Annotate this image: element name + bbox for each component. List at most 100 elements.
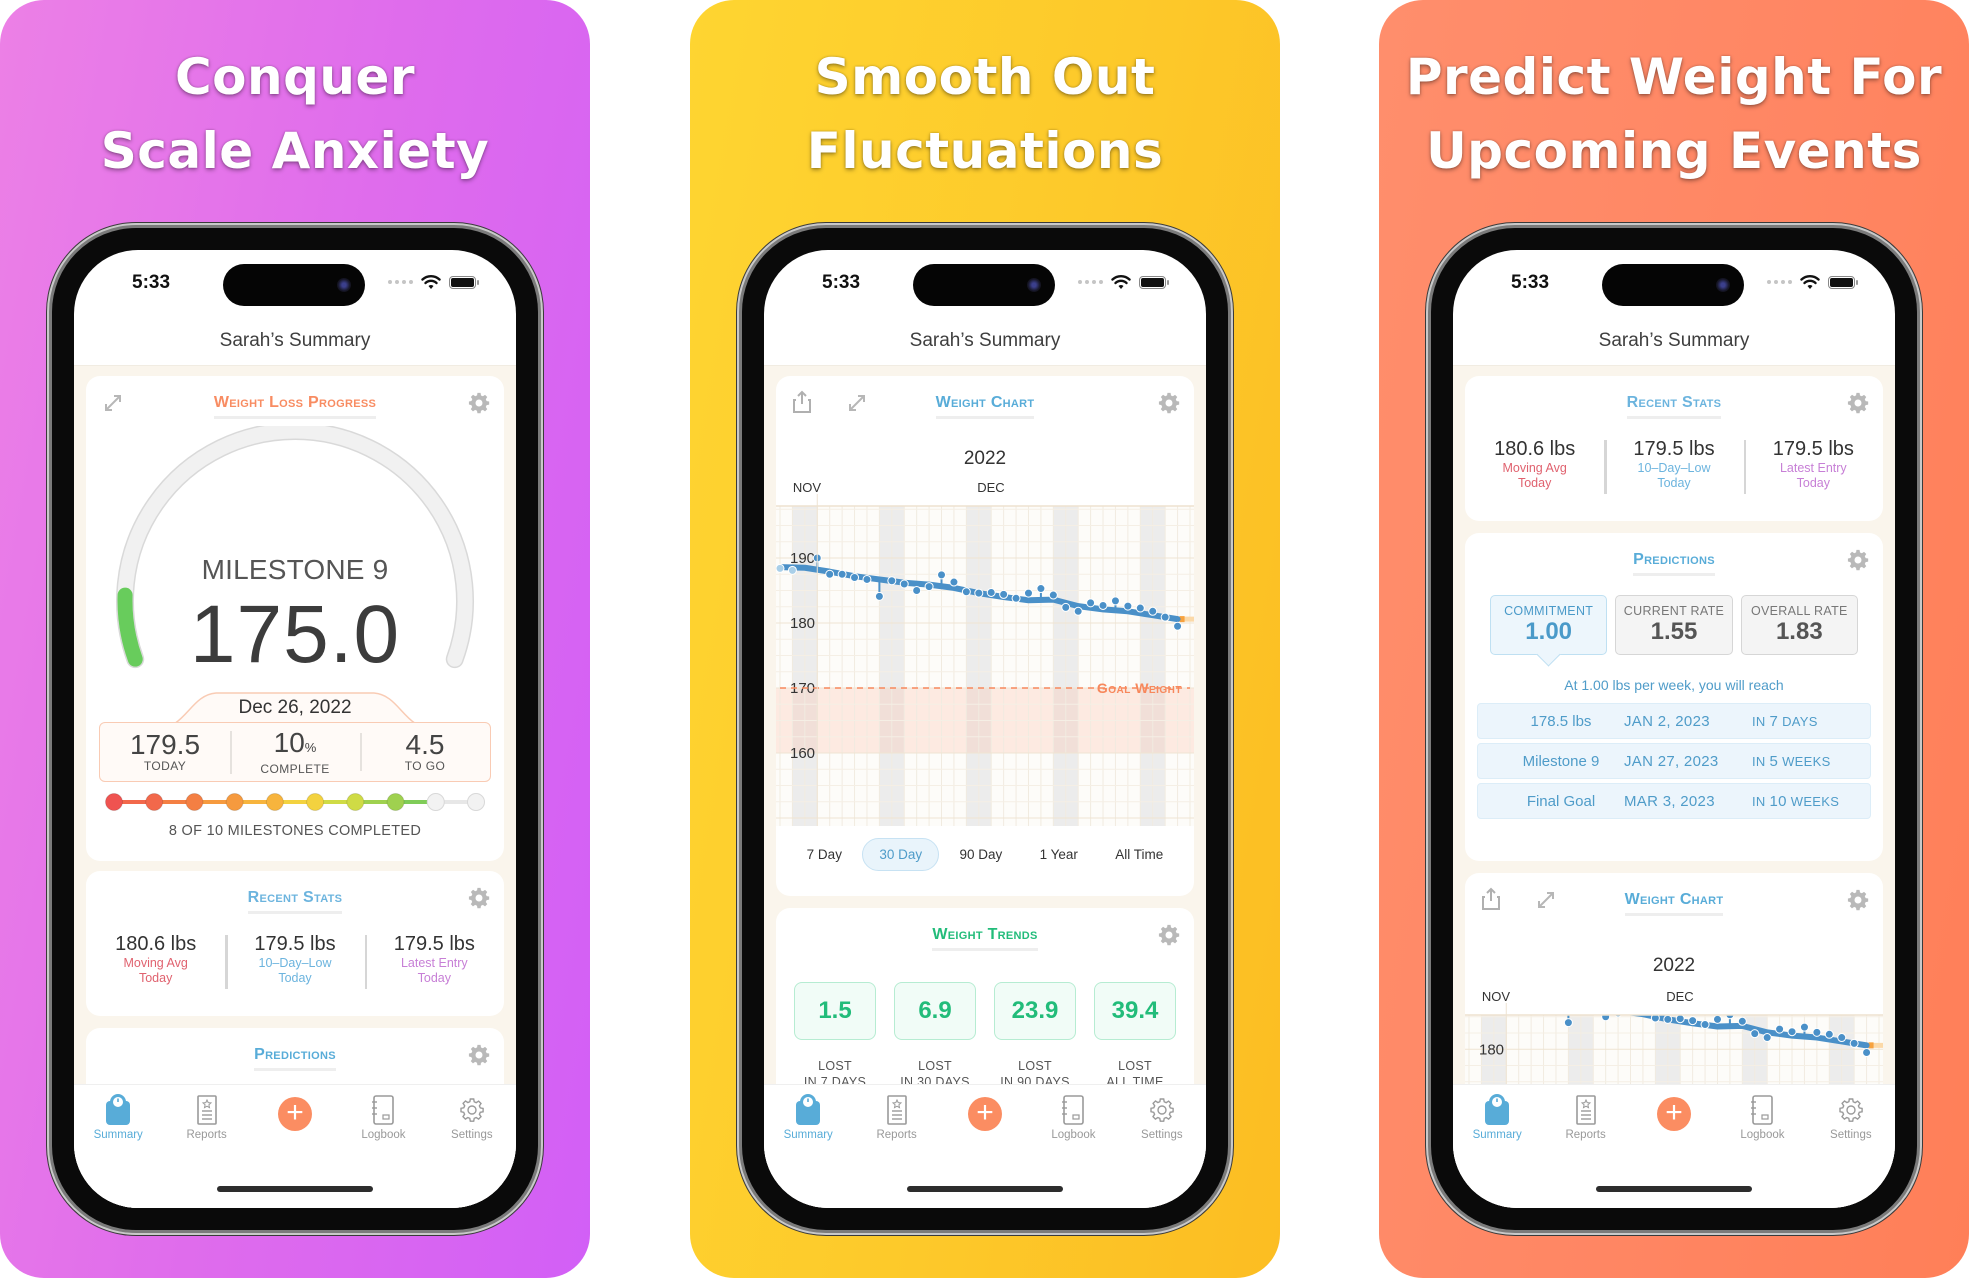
tab-logbook[interactable]: Logbook xyxy=(339,1093,427,1151)
weight-entry-point xyxy=(887,576,897,586)
tab-summary[interactable]: Summary xyxy=(74,1093,162,1151)
battery-icon xyxy=(449,275,479,289)
tab-summary[interactable]: Summary xyxy=(1453,1093,1541,1151)
weight-entry-point xyxy=(825,569,835,579)
headline-line: Upcoming Events xyxy=(1426,122,1922,180)
report-icon xyxy=(1541,1093,1629,1127)
rate-options: COMMITMENT 1.00 CURRENT RATE 1.55 OVERALL … xyxy=(1490,595,1858,655)
gear-icon[interactable] xyxy=(1847,889,1869,911)
gear-icon[interactable] xyxy=(1158,392,1180,414)
milestone-weight: 175.0 xyxy=(189,589,401,680)
stat-moving-avg: 180.6 lbs Moving Avg Today xyxy=(1494,438,1576,490)
tab-reports[interactable]: Reports xyxy=(852,1093,940,1151)
weight-entry-point xyxy=(1812,1027,1822,1037)
status-icons xyxy=(388,274,479,290)
promo-panel-scale-anxiety: Conquer Scale Anxiety 5:33 Sarah’s Summa… xyxy=(0,0,590,1278)
summary-content[interactable]: Weight Chart 2022 160 170 180 190 Goal Weigh… xyxy=(764,365,1206,1208)
weight-entry-point xyxy=(899,579,909,589)
weight-entry-point xyxy=(837,569,847,579)
weight-entry-point xyxy=(1577,1003,1585,1011)
rate-commitment[interactable]: COMMITMENT 1.00 xyxy=(1490,595,1608,655)
chart-year: 2022 xyxy=(963,448,1007,469)
milestone-dot xyxy=(346,793,365,811)
range-90-day[interactable]: 90 Day xyxy=(942,838,1019,871)
phone-screen: 5:33 Sarah’s Summary Weight Loss Progres… xyxy=(74,250,516,1208)
gear-icon[interactable] xyxy=(468,887,490,909)
tab-logbook[interactable]: Logbook xyxy=(1718,1093,1806,1151)
gear-icon[interactable] xyxy=(1847,392,1869,414)
weight-chart[interactable]: 160170180190Goal WeightNOV DEC xyxy=(776,476,1194,826)
weight-entry-point xyxy=(1849,1038,1859,1048)
stat-complete: 10% COMPLETE xyxy=(230,728,360,776)
milestone-dot xyxy=(185,793,204,811)
headline: Predict Weight For Upcoming Events xyxy=(1379,40,1969,188)
range-all-time[interactable]: All Time xyxy=(1098,838,1180,871)
add-icon: + xyxy=(1657,1097,1692,1131)
stat-to-go: 4.5 TO GO xyxy=(360,731,490,773)
weight-entry-point xyxy=(912,586,922,595)
gear-icon[interactable] xyxy=(468,392,490,414)
y-tick-label: 190 xyxy=(790,550,815,567)
month-label: DEC xyxy=(977,480,1004,495)
camera-icon xyxy=(1716,278,1730,292)
milestone-dot xyxy=(105,793,123,811)
tab-settings[interactable]: Settings xyxy=(1807,1093,1895,1151)
summary-content[interactable]: Weight Loss Progress MILESTONE 9 175.0 D… xyxy=(74,365,516,1208)
chart-year: 2022 xyxy=(1652,955,1696,976)
weight-entry-point xyxy=(1502,985,1510,988)
weight-entry-point xyxy=(1465,991,1473,999)
weight-entry-point xyxy=(1086,598,1096,608)
range-7-day[interactable]: 7 Day xyxy=(790,838,859,871)
card-title: Weight Loss Progress xyxy=(86,394,504,419)
weight-entry-point xyxy=(1123,601,1133,611)
tab-reports[interactable]: Reports xyxy=(162,1093,250,1151)
recent-stats-card: Recent Stats 180.6 lbs Moving Avg Today 17… xyxy=(86,871,504,1016)
weight-entry-point xyxy=(999,589,1009,599)
add-entry-button[interactable]: + xyxy=(941,1093,1029,1151)
gear-icon[interactable] xyxy=(1158,924,1180,946)
summary-content[interactable]: Recent Stats 180.6 lbs Moving Avg Today 17… xyxy=(1453,365,1895,1208)
trend-90-days: 23.9 LOST IN 90 DAYS xyxy=(994,982,1076,1090)
weight-entry-point xyxy=(1148,606,1158,616)
milestone-dot xyxy=(265,793,284,811)
tab-reports[interactable]: Reports xyxy=(1541,1093,1629,1151)
status-icons xyxy=(1767,274,1858,290)
wifi-icon xyxy=(1800,275,1820,289)
gear-icon[interactable] xyxy=(468,1044,490,1066)
tab-summary[interactable]: Summary xyxy=(764,1093,852,1151)
card-title: Predictions xyxy=(1465,551,1883,576)
home-indicator xyxy=(907,1186,1063,1192)
range-30-day[interactable]: 30 Day xyxy=(862,838,940,871)
weight-entry-point xyxy=(1700,1020,1710,1030)
rate-overall[interactable]: OVERALL RATE 1.83 xyxy=(1740,595,1858,655)
tab-settings[interactable]: Settings xyxy=(428,1093,516,1151)
logbook-icon xyxy=(1029,1093,1117,1127)
weight-entry-point xyxy=(1663,1015,1673,1024)
weight-entry-point xyxy=(1160,612,1170,622)
headline: Conquer Scale Anxiety xyxy=(0,40,590,188)
progress-stats: 179.5 TODAY 10% COMPLETE 4.5 TO GO xyxy=(99,722,491,782)
scale-icon xyxy=(764,1093,852,1127)
status-time: 5:33 xyxy=(1511,272,1550,293)
headline-line: Smooth Out xyxy=(814,48,1156,106)
reach-description: At 1.00 lbs per week, you will reach xyxy=(1564,677,1784,693)
weight-entry-point xyxy=(850,573,860,582)
tab-settings[interactable]: Settings xyxy=(1118,1093,1206,1151)
y-tick-label: 180 xyxy=(1479,1041,1504,1058)
tab-logbook[interactable]: Logbook xyxy=(1029,1093,1117,1151)
headline-line: Predict Weight For xyxy=(1405,48,1943,106)
gear-icon[interactable] xyxy=(1847,549,1869,571)
add-entry-button[interactable]: + xyxy=(1630,1093,1718,1151)
weight-entry-point xyxy=(1862,1048,1872,1057)
milestone-dot xyxy=(467,793,485,811)
trend-row: 1.5 LOST IN 7 DAYS 6.9 LOST IN 30 DAYS 23.9 L… xyxy=(794,982,1176,1090)
wifi-icon xyxy=(1111,275,1131,289)
nav-title: Sarah’s Summary xyxy=(909,330,1061,351)
rate-current[interactable]: CURRENT RATE 1.55 xyxy=(1615,595,1733,655)
weight-entry-point xyxy=(1540,1000,1548,1008)
add-entry-button[interactable]: + xyxy=(251,1093,339,1151)
reach-item: Milestone 9 JAN 27, 2023 IN 5 WEEKS xyxy=(1477,743,1871,779)
weight-entry-point xyxy=(862,574,872,584)
weight-entry-point xyxy=(1837,1033,1847,1043)
range-1-year[interactable]: 1 Year xyxy=(1023,838,1095,871)
